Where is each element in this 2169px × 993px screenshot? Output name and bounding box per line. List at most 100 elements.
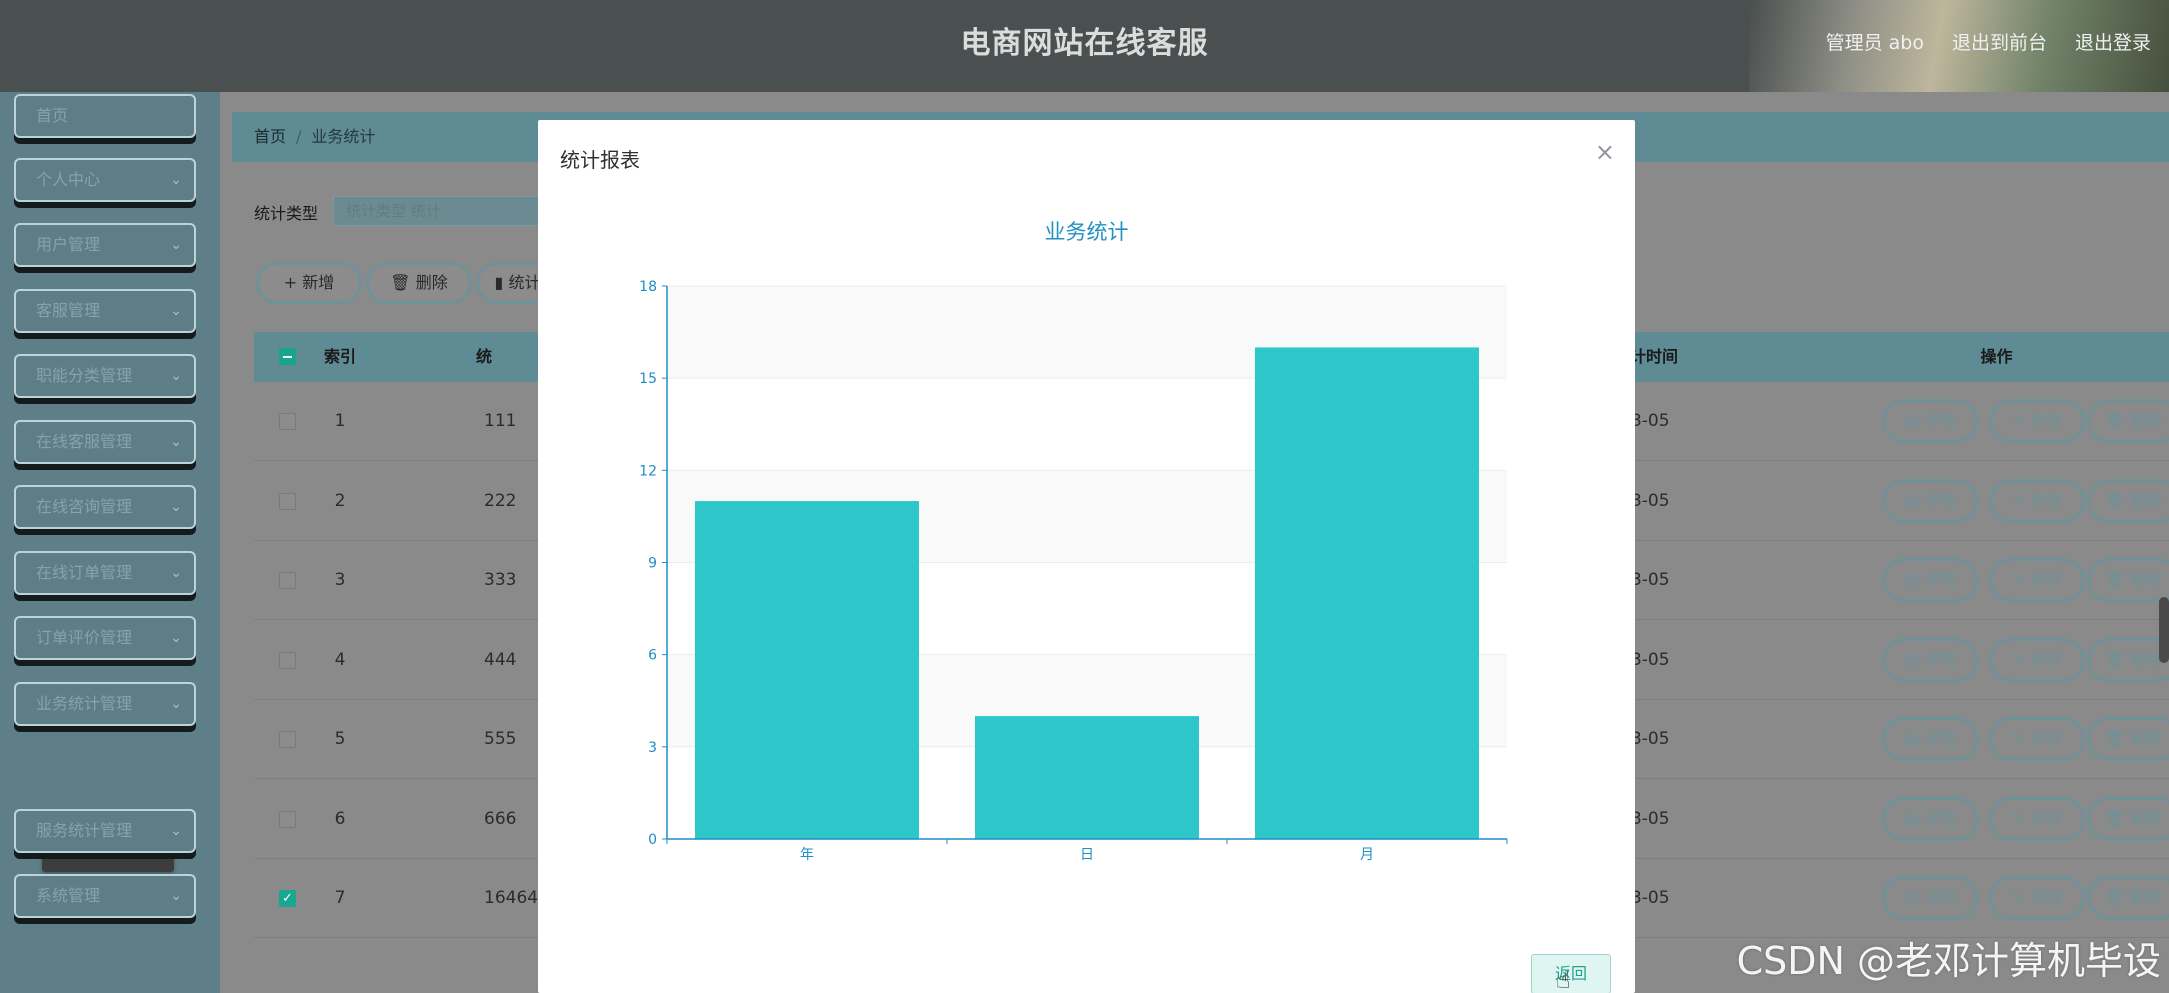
pencil-icon: ✎ bbox=[2011, 808, 2031, 828]
chevron-down-icon: ⌄ bbox=[170, 696, 182, 712]
sidebar-item-agents[interactable]: 客服管理 ⌄ bbox=[14, 289, 196, 333]
sidebar-item-reviews[interactable]: 订单评价管理 ⌄ bbox=[14, 616, 196, 660]
add-button[interactable]: + 新增 bbox=[256, 262, 362, 304]
row-checkbox[interactable] bbox=[279, 492, 296, 510]
document-icon: ▤ bbox=[1903, 411, 1925, 430]
sidebar-item-users[interactable]: 用户管理 ⌄ bbox=[14, 223, 196, 267]
breadcrumb-home[interactable]: 首页 bbox=[254, 127, 286, 146]
row-index: 2 bbox=[334, 490, 346, 511]
edit-button[interactable]: ✎ 修改 bbox=[1989, 399, 2085, 443]
edit-label: 修改 bbox=[2030, 570, 2063, 589]
delete-label: 删除 bbox=[2130, 570, 2163, 589]
trash-icon: 🗑 bbox=[2105, 808, 2131, 828]
detail-label: 详情 bbox=[1924, 888, 1957, 907]
header-index: 索引 bbox=[323, 347, 356, 366]
row-delete-button[interactable]: 🗑 删除 bbox=[2087, 796, 2169, 841]
row-delete-button[interactable]: 🗑 删除 bbox=[2087, 637, 2169, 682]
trash-icon: 🗑 bbox=[2105, 888, 2131, 907]
detail-button[interactable]: ▤ 详情 bbox=[1882, 876, 1978, 920]
row-checkbox[interactable] bbox=[279, 731, 296, 748]
delete-label: 删除 bbox=[2130, 729, 2163, 748]
chevron-down-icon: ⌄ bbox=[170, 888, 182, 904]
scrollbar-thumb[interactable] bbox=[2159, 597, 2169, 663]
sidebar-item-consultation[interactable]: 在线咨询管理 ⌄ bbox=[14, 485, 196, 529]
row-checkbox[interactable] bbox=[279, 651, 296, 669]
row-checkbox[interactable] bbox=[279, 413, 296, 430]
sidebar-item-label: 服务统计管理 bbox=[36, 821, 133, 840]
chevron-down-icon: ⌄ bbox=[170, 630, 182, 646]
row-index: 5 bbox=[334, 729, 346, 749]
sidebar-item-home[interactable]: 首页 bbox=[14, 94, 196, 138]
edit-label: 修改 bbox=[2030, 411, 2063, 430]
edit-label: 修改 bbox=[2030, 490, 2063, 510]
detail-label: 详情 bbox=[1924, 570, 1957, 589]
sidebar-item-business-stats[interactable]: 业务统计管理 ⌄ bbox=[14, 682, 196, 726]
bar-chart-icon: ▮ bbox=[494, 273, 509, 292]
sidebar-item-label: 在线客服管理 bbox=[36, 432, 133, 451]
delete-label: 删除 bbox=[2130, 808, 2163, 828]
detail-button[interactable]: ▤ 详情 bbox=[1882, 637, 1978, 682]
document-icon: ▤ bbox=[1903, 570, 1925, 589]
edit-button[interactable]: ✎ 修改 bbox=[1989, 637, 2085, 682]
row-delete-button[interactable]: 🗑 删除 bbox=[2087, 558, 2169, 602]
pencil-icon: ✎ bbox=[2011, 729, 2031, 748]
row-checkbox[interactable]: ✓ bbox=[279, 890, 296, 907]
edit-button[interactable]: ✎ 修改 bbox=[1989, 558, 2085, 602]
document-icon: ▤ bbox=[1903, 888, 1925, 907]
pencil-icon: ✎ bbox=[2011, 411, 2031, 430]
select-all-checkbox[interactable] bbox=[279, 348, 296, 365]
sidebar-item-service-stats[interactable]: 服务统计管理 ⌄ bbox=[14, 809, 196, 853]
detail-button[interactable]: ▤ 详情 bbox=[1882, 717, 1978, 761]
edit-button[interactable]: ✎ 修改 bbox=[1989, 796, 2085, 841]
search-type-input[interactable]: 统计类型 统计 bbox=[333, 196, 553, 226]
detail-button[interactable]: ▤ 详情 bbox=[1882, 796, 1978, 841]
chart-bar bbox=[1255, 347, 1479, 839]
back-button[interactable]: 返回 bbox=[1531, 954, 1611, 993]
sidebar: 首页 个人中心 ⌄ 用户管理 ⌄ 客服管理 ⌄ 职能分类管理 ⌄ 在线客服管理 ⌄ 在线咨… bbox=[0, 92, 220, 993]
detail-button[interactable]: ▤ 详情 bbox=[1882, 399, 1978, 443]
delete-button-label: 删除 bbox=[415, 273, 448, 292]
edit-button[interactable]: ✎ 修改 bbox=[1989, 478, 2085, 523]
chevron-down-icon: ⌄ bbox=[170, 368, 182, 384]
exit-to-front-link[interactable]: 退出到前台 bbox=[1952, 28, 2047, 55]
chart-y-tick-label: 9 bbox=[648, 556, 657, 572]
row-index: 6 bbox=[334, 808, 346, 829]
delete-label: 删除 bbox=[2130, 649, 2163, 669]
detail-label: 详情 bbox=[1924, 729, 1957, 748]
sidebar-item-label: 客服管理 bbox=[36, 301, 101, 320]
sidebar-item-categories[interactable]: 职能分类管理 ⌄ bbox=[14, 354, 196, 398]
edit-label: 修改 bbox=[2030, 888, 2063, 907]
detail-button[interactable]: ▤ 详情 bbox=[1882, 558, 1978, 602]
sidebar-item-label: 业务统计管理 bbox=[36, 694, 133, 713]
row-checkbox[interactable] bbox=[279, 572, 296, 589]
row-checkbox[interactable] bbox=[279, 810, 296, 828]
delete-label: 删除 bbox=[2130, 490, 2163, 510]
sidebar-item-label: 系统管理 bbox=[36, 886, 101, 905]
sidebar-item-system[interactable]: 系统管理 ⌄ bbox=[14, 874, 196, 918]
sidebar-item-profile[interactable]: 个人中心 ⌄ bbox=[14, 158, 196, 202]
pencil-icon: ✎ bbox=[2011, 649, 2031, 669]
edit-button[interactable]: ✎ 修改 bbox=[1989, 717, 2085, 761]
chart-y-tick-label: 15 bbox=[639, 371, 657, 387]
delete-button[interactable]: 🗑 删除 bbox=[366, 262, 472, 304]
pencil-icon: ✎ bbox=[2011, 490, 2031, 510]
edit-button[interactable]: ✎ 修改 bbox=[1989, 876, 2085, 920]
detail-button[interactable]: ▤ 详情 bbox=[1882, 478, 1978, 523]
sidebar-item-label: 用户管理 bbox=[36, 235, 101, 254]
logout-link[interactable]: 退出登录 bbox=[2075, 28, 2151, 55]
document-icon: ▤ bbox=[1903, 490, 1925, 510]
sidebar-item-orders[interactable]: 在线订单管理 ⌄ bbox=[14, 551, 196, 595]
row-delete-button[interactable]: 🗑 删除 bbox=[2087, 876, 2169, 920]
row-delete-button[interactable]: 🗑 删除 bbox=[2087, 478, 2169, 523]
sidebar-item-label: 在线订单管理 bbox=[36, 563, 133, 582]
admin-user-label: 管理员 abo bbox=[1825, 32, 1924, 54]
pencil-icon: ✎ bbox=[2011, 570, 2031, 589]
detail-label: 详情 bbox=[1924, 649, 1957, 669]
edit-label: 修改 bbox=[2030, 649, 2063, 669]
trash-icon: 🗑 bbox=[390, 273, 416, 292]
row-delete-button[interactable]: 🗑 删除 bbox=[2087, 399, 2169, 443]
sidebar-item-online-service[interactable]: 在线客服管理 ⌄ bbox=[14, 420, 196, 464]
detail-label: 详情 bbox=[1924, 411, 1957, 430]
row-index: 4 bbox=[334, 649, 346, 670]
row-delete-button[interactable]: 🗑 删除 bbox=[2087, 717, 2169, 761]
